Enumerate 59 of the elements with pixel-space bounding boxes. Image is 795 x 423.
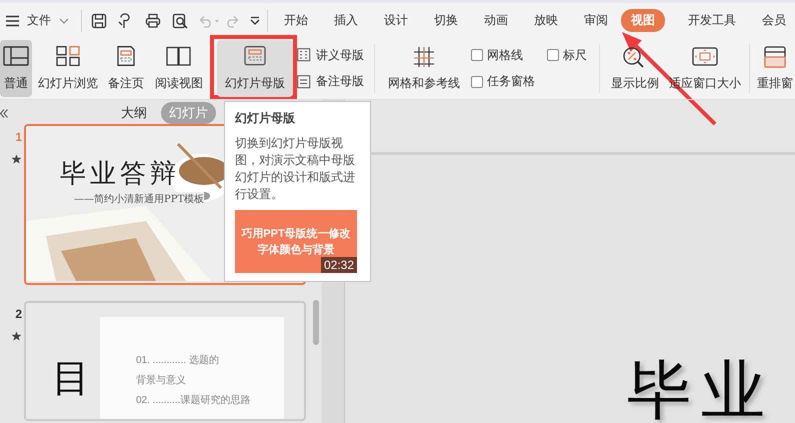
checkbox[interactable] (471, 49, 483, 62)
scrollbar-thumb[interactable] (313, 300, 319, 345)
slide-number: 1 (15, 130, 22, 144)
ribbon-tab[interactable]: 动画 (471, 9, 521, 32)
print-icon[interactable] (145, 12, 161, 28)
save-icon[interactable] (91, 12, 107, 28)
ribbon-tab[interactable]: 开始 (271, 9, 321, 32)
slide-sorter-icon (55, 46, 81, 66)
file-menu[interactable]: 文件 (27, 12, 51, 29)
star-icon (11, 331, 22, 341)
slide-subtitle: ——简约小清新通用PPT模板 (74, 192, 204, 206)
slide-number: 2 (15, 307, 22, 321)
checkbox-label[interactable]: 标尺 (563, 46, 587, 64)
slide-master-icon (242, 46, 268, 66)
ribbon-tab[interactable]: 开发工具 (675, 9, 749, 32)
slide-title: 毕业 (627, 359, 775, 423)
slide-title: 毕业答辩 (60, 158, 180, 191)
ribbon-tab[interactable]: 会员 (749, 9, 795, 32)
collapse-icon[interactable] (0, 108, 8, 118)
menu-icon[interactable] (5, 14, 20, 26)
view-button[interactable]: 阅读视图 (152, 40, 206, 97)
stacked-windows-icon (762, 46, 788, 68)
view-button[interactable]: 普通 (0, 40, 32, 97)
checkbox-label[interactable]: 任务窗格 (487, 73, 535, 90)
contents-entry: 01. ............ 选题的 (136, 354, 220, 367)
master-button[interactable]: 备注母版 (297, 73, 364, 90)
zoom-button[interactable]: 显示比例 (610, 40, 660, 97)
chevron-down-icon (59, 18, 69, 24)
handout-grid-icon (297, 48, 311, 62)
notes-master-icon (297, 74, 311, 89)
contents-entry: 02. ..........课题研究的思路 (136, 394, 252, 407)
slide-thumbnail[interactable]: 目 01. ............ 选题的 背景与意义 02. ..........课题研究的思路 (24, 301, 306, 421)
checkbox[interactable] (547, 49, 559, 62)
normal-view-icon (3, 46, 29, 66)
master-button[interactable]: 讲义母版 (297, 46, 364, 64)
video-duration: 02:32 (320, 257, 357, 273)
video-thumbnail[interactable]: 巧用PPT母版统一修改字体颜色与背景 02:32 (235, 210, 357, 273)
grid-icon (412, 46, 436, 68)
view-button[interactable]: 幻灯片母版 (217, 40, 293, 97)
ribbon-tab[interactable]: 设计 (371, 9, 421, 32)
arrange-windows-button[interactable]: 重排窗 (756, 40, 794, 97)
customize-dropdown-icon[interactable] (250, 16, 260, 25)
panel-tab[interactable]: 大纲 (113, 102, 155, 124)
ribbon-tab[interactable]: 切换 (421, 9, 471, 32)
fit-window-icon (692, 46, 718, 68)
tooltip-title: 幻灯片母版 (235, 110, 296, 127)
open-book-icon (166, 46, 192, 66)
grid-button[interactable]: 网格和参考线 (387, 40, 461, 97)
checkbox[interactable] (471, 76, 483, 88)
ribbon-tab[interactable]: 审阅 (571, 9, 621, 32)
print-preview-icon[interactable] (172, 12, 188, 28)
view-button[interactable]: 备注页 (105, 40, 147, 97)
slide-title: 目 (52, 355, 90, 402)
contents-entry: 背景与意义 (136, 374, 187, 387)
checkbox-label[interactable]: 网格线 (487, 46, 523, 64)
ribbon-tab[interactable]: 放映 (521, 9, 571, 32)
view-button[interactable]: 幻灯片浏览 (35, 40, 101, 97)
star-icon (11, 154, 22, 164)
ribbon-tab[interactable]: 插入 (321, 9, 371, 32)
